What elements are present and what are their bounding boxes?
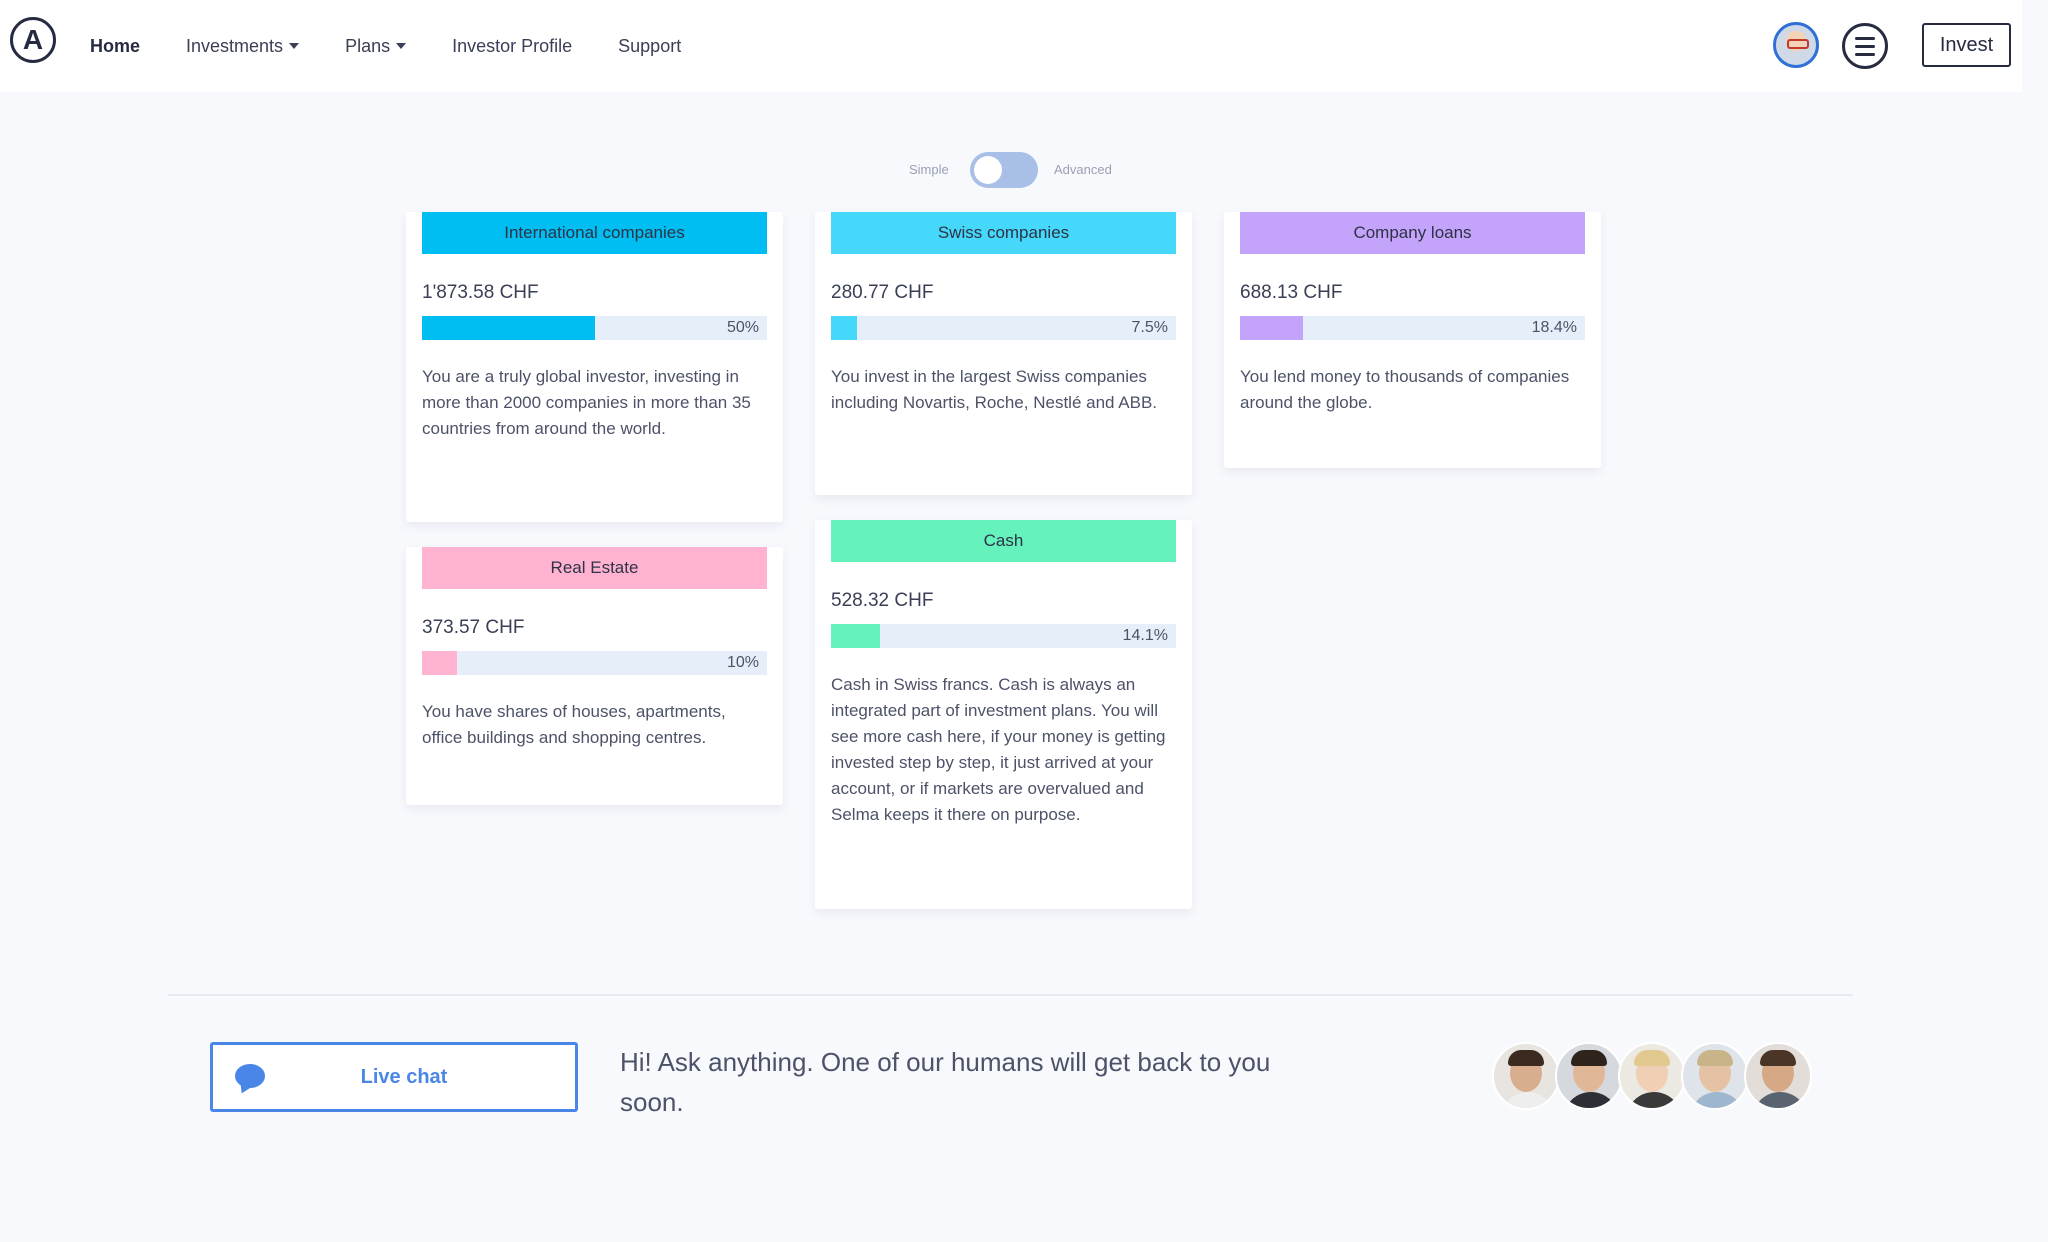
card-header: International companies — [422, 212, 767, 254]
agent-hair — [1571, 1050, 1607, 1066]
card-description: You invest in the largest Swiss companie… — [831, 367, 1158, 412]
allocation-percent: 7.5% — [1131, 319, 1168, 336]
support-agent-avatar — [1681, 1042, 1749, 1110]
agent-body — [1563, 1092, 1619, 1108]
allocation-percent: 50% — [726, 319, 759, 336]
allocation-percent: 14.1% — [1122, 627, 1168, 644]
card-amount: 1'873.58 CHF — [422, 282, 539, 303]
allocation-percent: 18.4% — [1531, 319, 1577, 336]
user-avatar[interactable] — [1773, 22, 1819, 68]
hamburger-menu-icon[interactable] — [1842, 23, 1888, 69]
card-header: Real Estate — [422, 547, 767, 589]
nav-support[interactable]: Support — [618, 36, 681, 57]
menu-line — [1855, 44, 1875, 48]
agent-hair — [1634, 1050, 1670, 1066]
logo-icon[interactable]: A — [10, 17, 56, 63]
support-agent-avatar — [1555, 1042, 1623, 1110]
nav-home-label: Home — [90, 35, 141, 56]
nav-investments[interactable]: Investments — [186, 35, 300, 57]
menu-line — [1855, 36, 1875, 40]
card-international-companies[interactable]: International companies 1'873.58 CHF 50%… — [406, 212, 783, 522]
card-header: Swiss companies — [831, 212, 1176, 254]
app-root: A Home Investments Plans Investor Profil… — [0, 0, 2048, 1242]
agent-body — [1626, 1092, 1682, 1108]
support-agent-avatar — [1492, 1042, 1560, 1110]
agent-hair — [1508, 1050, 1544, 1066]
caret-down-icon — [289, 43, 300, 49]
card-title: Cash — [983, 531, 1024, 550]
card-description: You are a truly global investor, investi… — [422, 367, 751, 438]
nav-support-label: Support — [618, 35, 682, 56]
card-amount: 688.13 CHF — [1240, 282, 1343, 303]
card-title: Company loans — [1353, 223, 1472, 242]
nav-plans[interactable]: Plans — [345, 35, 407, 57]
card-description: Cash in Swiss francs. Cash is always an … — [831, 675, 1166, 824]
simple-advanced-toggle[interactable] — [970, 152, 1038, 188]
nav-investments-label: Investments — [186, 35, 284, 56]
main-nav: Home Investments Plans Investor Profile … — [90, 0, 727, 92]
top-navbar: A Home Investments Plans Investor Profil… — [0, 0, 2022, 92]
support-agent-avatar — [1618, 1042, 1686, 1110]
card-description: You have shares of houses, apartments, o… — [422, 702, 726, 747]
nav-investor-profile-label: Investor Profile — [452, 35, 573, 56]
card-description: You lend money to thousands of companies… — [1240, 367, 1570, 412]
allocation-bar: 50% — [422, 316, 767, 340]
agent-hair — [1697, 1050, 1733, 1066]
allocation-bar-fill — [831, 316, 857, 340]
card-company-loans[interactable]: Company loans 688.13 CHF 18.4% You lend … — [1224, 212, 1601, 468]
support-message: Hi! Ask anything. One of our humans will… — [620, 1047, 1271, 1117]
agent-body — [1689, 1092, 1745, 1108]
menu-line — [1855, 52, 1875, 56]
allocation-bar-fill — [831, 624, 880, 648]
allocation-bar-fill — [422, 651, 457, 675]
allocation-bar-fill — [1240, 316, 1304, 340]
allocation-bar: 18.4% — [1240, 316, 1585, 340]
allocation-bar: 7.5% — [831, 316, 1176, 340]
card-amount: 280.77 CHF — [831, 282, 934, 303]
toggle-simple-label[interactable]: Simple — [909, 162, 949, 177]
nav-plans-label: Plans — [345, 35, 391, 56]
card-cash[interactable]: Cash 528.32 CHF 14.1% Cash in Swiss fran… — [815, 520, 1192, 909]
footer-divider — [168, 994, 1853, 996]
card-swiss-companies[interactable]: Swiss companies 280.77 CHF 7.5% You inve… — [815, 212, 1192, 495]
card-header: Company loans — [1240, 212, 1585, 254]
card-real-estate[interactable]: Real Estate 373.57 CHF 10% You have shar… — [406, 547, 783, 805]
card-title: International companies — [504, 223, 685, 242]
caret-down-icon — [396, 43, 407, 49]
nav-investor-profile[interactable]: Investor Profile — [452, 36, 572, 57]
allocation-bar-fill — [422, 316, 595, 340]
card-title: Real Estate — [550, 558, 639, 577]
allocation-bar: 14.1% — [831, 624, 1176, 648]
toggle-knob — [974, 156, 1002, 184]
live-chat-button[interactable]: Live chat — [210, 1042, 578, 1112]
card-header: Cash — [831, 520, 1176, 562]
agent-body — [1752, 1092, 1808, 1108]
live-chat-label: Live chat — [360, 1065, 448, 1088]
invest-button[interactable]: Invest — [1922, 23, 2011, 67]
card-amount: 373.57 CHF — [422, 617, 525, 638]
support-agent-avatar — [1744, 1042, 1812, 1110]
toggle-advanced-label[interactable]: Advanced — [1054, 162, 1112, 177]
view-toggle-row: Simple Advanced — [0, 152, 2048, 188]
allocation-bar: 10% — [422, 651, 767, 675]
allocation-percent: 10% — [726, 654, 759, 671]
agent-body — [1500, 1092, 1556, 1108]
nav-home[interactable]: Home — [90, 36, 140, 57]
card-title: Swiss companies — [937, 223, 1070, 242]
card-amount: 528.32 CHF — [831, 590, 934, 611]
agent-hair — [1760, 1050, 1796, 1066]
